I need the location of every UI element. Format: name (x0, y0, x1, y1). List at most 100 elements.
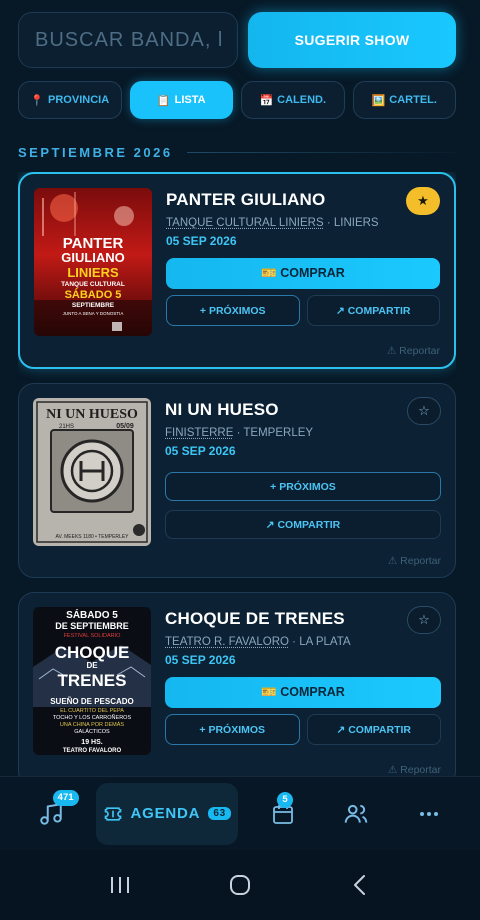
view-calendar-button[interactable]: 📅 CALEND. (241, 81, 345, 119)
share-button[interactable]: ↗ COMPARTIR (306, 295, 440, 326)
event-card[interactable]: ☆ NI UN HUESO 21HS 05/09 AV. MEEKS 1180 … (18, 383, 456, 578)
nav-more-button[interactable] (401, 786, 457, 842)
view-switcher: 📍 PROVINCIA 📋 LISTA 📅 CALEND. 🖼️ CARTEL. (18, 81, 456, 119)
view-lista-button[interactable]: 📋 LISTA (129, 81, 233, 119)
nav-community-button[interactable] (328, 786, 384, 842)
venue-line: FINISTERRE · TEMPERLEY (165, 427, 441, 439)
nav-calendar-button[interactable]: 5 (255, 786, 311, 842)
poster-text: SÁBADO 5 (65, 288, 122, 301)
city-label: LINIERS (333, 217, 379, 229)
home-button[interactable] (220, 865, 260, 905)
favorite-star-icon[interactable]: ☆ (407, 397, 441, 425)
music-count-badge: 471 (52, 789, 79, 806)
event-list[interactable]: ★ PANTER GIULIANO LINIERS TANQUE CULTURA… (18, 172, 456, 776)
poster-text: TANQUE CULTURAL (61, 281, 125, 288)
poster-choque-de-trenes-image: SÁBADO 5 DE SEPTIEMBRE FESTIVAL SOLIDARI… (33, 607, 151, 755)
report-link[interactable]: ⚠ Reportar (19, 755, 455, 776)
view-label: CALEND. (277, 94, 327, 106)
calendar-count-badge: 5 (276, 791, 293, 808)
home-icon (230, 875, 250, 895)
event-date: 05 SEP 2026 (165, 653, 236, 667)
card-actions: + PRÓXIMOS ↗ COMPARTIR (165, 472, 441, 539)
share-button[interactable]: ↗ COMPARTIR (306, 714, 441, 745)
share-button[interactable]: ↗ COMPARTIR (165, 510, 441, 539)
picture-icon: 🖼️ (371, 94, 386, 107)
event-date: 05 SEP 2026 (165, 444, 236, 458)
favorite-star-icon[interactable]: ☆ (407, 606, 441, 634)
poster-text: LINIERS (67, 265, 119, 280)
view-cartel-button[interactable]: 🖼️ CARTEL. (352, 81, 456, 119)
nav-music-button[interactable]: 471 (23, 786, 79, 842)
view-label: LISTA (174, 94, 206, 106)
top-bar: SUGERIR SHOW (18, 12, 456, 68)
poster-text: TOCHO Y LOS CARROÑEROS (53, 714, 132, 721)
poster-text: 05/09 (116, 423, 134, 430)
venue-line: TANQUE CULTURAL LINIERS · LINIERS (166, 217, 440, 229)
poster-text: DE (86, 661, 98, 670)
back-chevron-icon (354, 875, 365, 895)
band-name[interactable]: CHOQUE DE TRENES (165, 609, 401, 629)
more-dots-icon (420, 811, 439, 816)
poster-text: GIULIANO (61, 250, 125, 265)
band-name[interactable]: PANTER GIULIANO (166, 190, 400, 210)
event-info: PANTER GIULIANO TANQUE CULTURAL LINIERS … (166, 188, 440, 336)
recents-icon (111, 877, 129, 893)
event-poster[interactable]: PANTER GIULIANO LINIERS TANQUE CULTURAL … (34, 188, 152, 336)
event-date: 05 SEP 2026 (166, 234, 237, 248)
poster-text: TRENES (58, 671, 127, 690)
agenda-label: AGENDA (130, 805, 201, 822)
poster-ni-un-hueso-image: NI UN HUESO 21HS 05/09 AV. MEEKS 1180 • … (33, 398, 151, 546)
poster-text: CHOQUE (55, 643, 130, 662)
clipboard-icon: 📋 (156, 94, 171, 107)
poster-text: DE SEPTIEMBRE (55, 621, 129, 631)
card-actions: + PRÓXIMOS ↗ COMPARTIR (166, 295, 440, 326)
view-label: PROVINCIA (48, 94, 110, 106)
favorite-star-icon[interactable]: ★ (406, 187, 440, 215)
next-shows-button[interactable]: + PRÓXIMOS (166, 295, 300, 326)
buy-tickets-button[interactable]: 🎫 COMPRAR (166, 258, 440, 289)
system-navigation-bar (0, 850, 480, 920)
poster-text: TEATRO FAVALORO (63, 748, 122, 754)
event-card[interactable]: ★ PANTER GIULIANO LINIERS TANQUE CULTURA… (18, 172, 456, 369)
next-shows-button[interactable]: + PRÓXIMOS (165, 472, 441, 501)
venue-link[interactable]: FINISTERRE (165, 427, 233, 439)
poster-text: SEPTIEMBRE (72, 302, 115, 309)
venue-link[interactable]: TEATRO R. FAVALORO (165, 636, 289, 648)
band-name[interactable]: NI UN HUESO (165, 400, 401, 420)
event-card[interactable]: ☆ SÁBADO 5 DE SEPTIEMBRE FESTIVAL SOLIDA… (18, 592, 456, 776)
poster-text: 21HS (59, 424, 74, 430)
city-label: TEMPERLEY (243, 427, 314, 439)
report-link[interactable]: ⚠ Reportar (19, 546, 455, 577)
users-icon (344, 804, 368, 823)
search-box[interactable] (18, 12, 238, 68)
recents-button[interactable] (100, 865, 140, 905)
poster-text: GALÁCTICOS (74, 728, 110, 735)
next-shows-button[interactable]: + PRÓXIMOS (165, 714, 300, 745)
event-info: NI UN HUESO FINISTERRE · TEMPERLEY 05 SE… (165, 398, 441, 546)
poster-panter-giuliano-image: PANTER GIULIANO LINIERS TANQUE CULTURAL … (34, 188, 152, 336)
venue-line: TEATRO R. FAVALORO · LA PLATA (165, 636, 441, 648)
poster-text: UNA CHINA POR DEMÁS (60, 721, 125, 728)
poster-text: FESTIVAL SOLIDARIO (64, 633, 122, 639)
month-section-header: SEPTIEMBRE 2026 (18, 143, 456, 161)
ticket-icon (104, 806, 121, 821)
calendar-icon: 📅 (259, 94, 274, 107)
report-link[interactable]: ⚠ Reportar (20, 336, 454, 367)
buy-tickets-button[interactable]: 🎫 COMPRAR (165, 677, 441, 708)
poster-text: SÁBADO 5 (66, 608, 118, 621)
search-input[interactable] (35, 28, 221, 52)
suggest-show-button[interactable]: SUGERIR SHOW (248, 12, 456, 68)
venue-separator: · (326, 217, 334, 229)
poster-text: AV. MEEKS 1180 • TEMPERLEY (56, 534, 130, 540)
card-actions: + PRÓXIMOS ↗ COMPARTIR (165, 714, 441, 745)
month-title: SEPTIEMBRE 2026 (18, 144, 173, 160)
nav-agenda-button[interactable]: AGENDA 63 (95, 782, 238, 845)
view-label: CARTEL. (389, 94, 437, 106)
view-provincia-button[interactable]: 📍 PROVINCIA (18, 81, 122, 119)
back-button[interactable] (340, 865, 380, 905)
poster-text: SUEÑO DE PESCADO (50, 697, 134, 706)
event-poster[interactable]: NI UN HUESO 21HS 05/09 AV. MEEKS 1180 • … (33, 398, 151, 546)
poster-text: 19 HS. (81, 739, 102, 746)
event-poster[interactable]: SÁBADO 5 DE SEPTIEMBRE FESTIVAL SOLIDARI… (33, 607, 151, 755)
venue-link[interactable]: TANQUE CULTURAL LINIERS (166, 217, 324, 229)
